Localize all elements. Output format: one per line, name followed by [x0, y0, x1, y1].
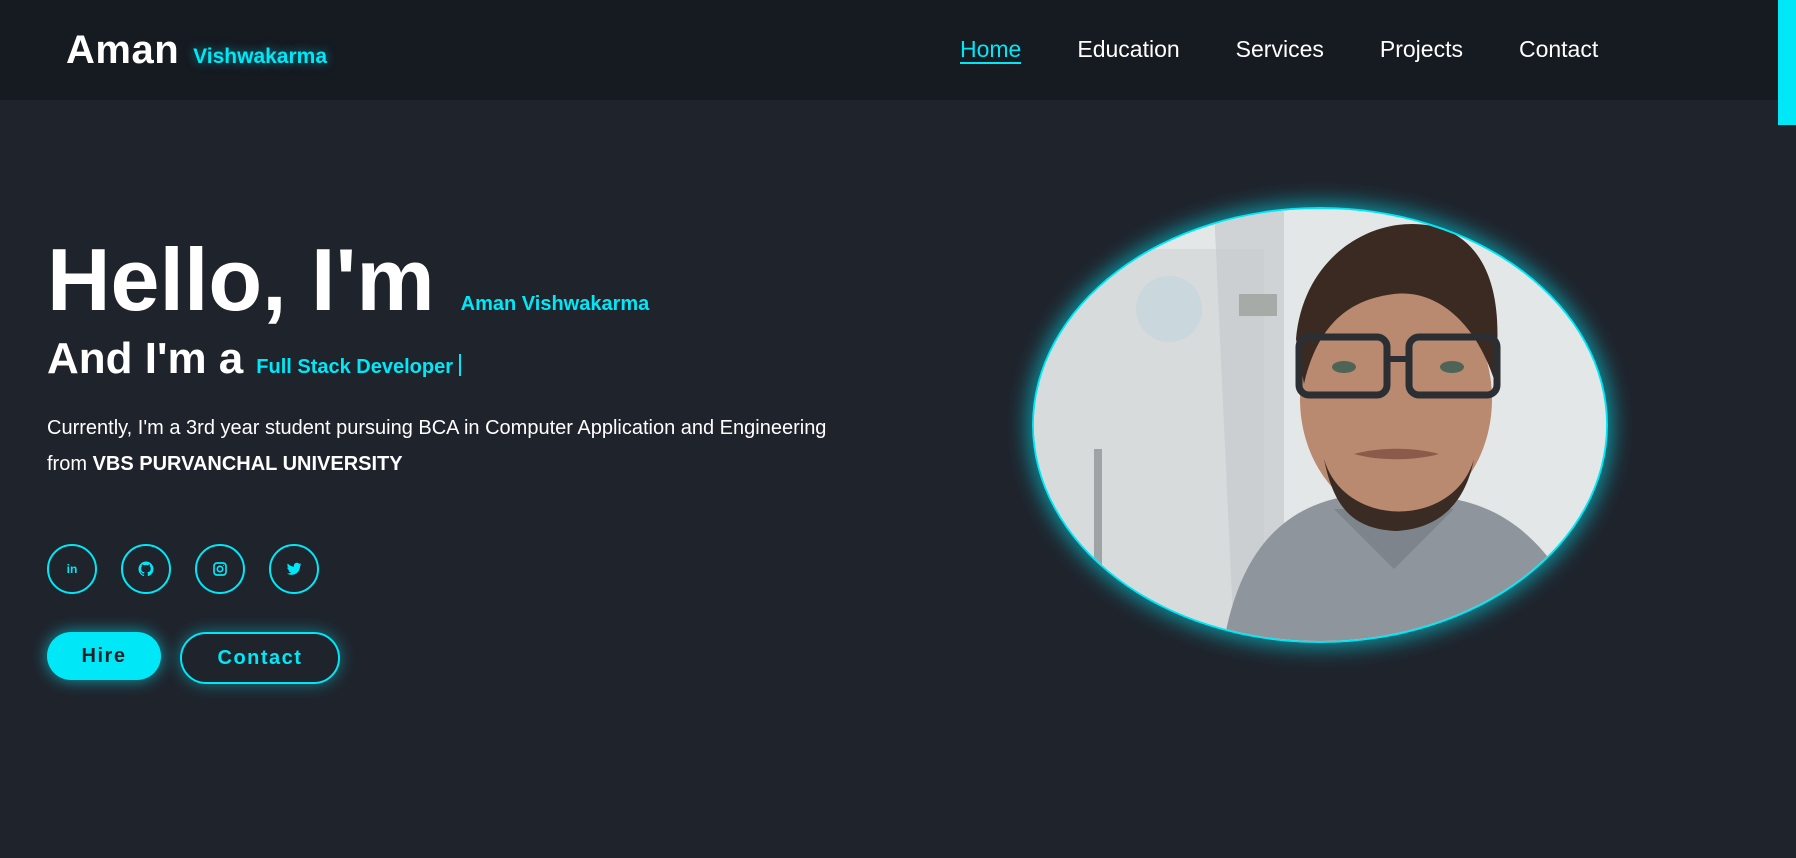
hero-name: Aman Vishwakarma [460, 293, 650, 315]
linkedin-icon[interactable]: in [47, 544, 97, 594]
nav-services[interactable]: Services [1236, 36, 1324, 64]
hero-section: Hello, I'm Aman Vishwakarma And I'm a Fu… [47, 230, 847, 684]
nav-contact[interactable]: Contact [1519, 36, 1598, 64]
greeting-heading: Hello, I'm [47, 230, 435, 329]
main-nav: Home Education Services Projects Contact [960, 36, 1654, 64]
scroll-indicator[interactable] [1778, 0, 1796, 125]
hire-button[interactable]: Hire [47, 632, 161, 680]
profile-photo-illustration [1034, 209, 1606, 641]
typing-caret [459, 354, 462, 376]
university-name: VBS PURVANCHAL UNIVERSITY [92, 453, 403, 475]
description-from: from [47, 453, 87, 475]
profile-photo [1032, 207, 1608, 643]
github-icon[interactable] [121, 544, 171, 594]
svg-text:in: in [67, 562, 78, 576]
instagram-icon[interactable] [195, 544, 245, 594]
role-prefix: And I'm a [47, 334, 244, 383]
logo-sub-text: Vishwakarma [193, 45, 328, 68]
hero-description: Currently, I'm a 3rd year student pursui… [47, 410, 847, 482]
role-row: And I'm a Full Stack Developer [47, 334, 847, 384]
role-typed-text: Full Stack Developer [256, 356, 454, 378]
description-text: Currently, I'm a 3rd year student pursui… [47, 417, 827, 439]
nav-education[interactable]: Education [1077, 36, 1179, 64]
site-header: Aman Vishwakarma Home Education Services… [0, 0, 1796, 100]
contact-button[interactable]: Contact [180, 632, 340, 684]
cta-buttons: Hire Contact [47, 632, 847, 684]
greeting-row: Hello, I'm Aman Vishwakarma [47, 230, 847, 330]
twitter-icon[interactable] [269, 544, 319, 594]
logo[interactable]: Aman Vishwakarma [66, 28, 327, 73]
logo-main-text: Aman [66, 28, 180, 72]
nav-home[interactable]: Home [960, 36, 1022, 64]
social-links: in [47, 544, 847, 594]
nav-projects[interactable]: Projects [1380, 36, 1463, 64]
